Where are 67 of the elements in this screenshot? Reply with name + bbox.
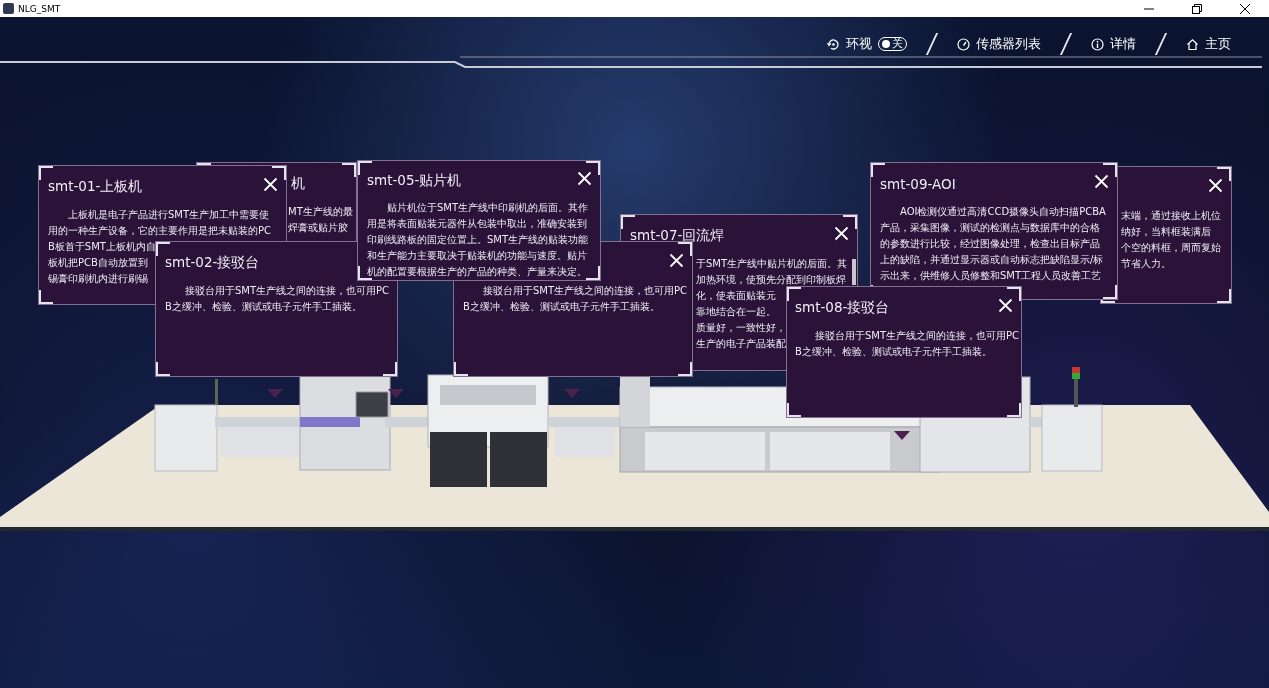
description-line: 接驳台用于SMT生产线之间的连接，也可用PC [184, 284, 390, 298]
close-button[interactable] [263, 176, 278, 192]
description-line: MT生产线的最 [288, 205, 353, 219]
description-line: 锡膏印刷机内进行刷锡 [48, 272, 148, 286]
home-icon [1186, 37, 1199, 51]
close-icon [1208, 177, 1223, 193]
description-line: 印刷线路板的固定位置上。SMT生产线的贴装功能 [367, 233, 589, 247]
restore-icon [1192, 3, 1202, 14]
nav-link[interactable]: 详情 [1091, 35, 1136, 53]
description-line: 产品，采集图像，测试的检测点与数据库中的合格 [880, 221, 1100, 235]
close-icon [263, 176, 278, 192]
description-line: B之缓冲、检验、测试或电子元件手工插装。 [795, 345, 992, 359]
dialog-title: smt-01-上板机 [48, 178, 143, 196]
description-line: 示出来，供维修人员修整和SMT工程人员改善工艺 [880, 269, 1102, 283]
dialog-title: smt-09-AOI [880, 176, 956, 192]
close-button[interactable] [1208, 177, 1223, 193]
description-line: 末端，通过接收上机位 [1121, 209, 1221, 223]
description-line: 的参数进行比较，经过图像处理，检查出目标产品 [880, 237, 1100, 251]
description-line: 板机把PCB自动放置到 [48, 256, 148, 270]
description-line: 机的配置要根据生产的产品的种类、产量来决定。 [367, 265, 587, 279]
description-line: 贴片机位于SMT生产线中印刷机的后面。其作 [386, 201, 589, 215]
close-icon [577, 170, 592, 186]
dialog-title: smt-07-回流焊 [630, 227, 725, 245]
info-icon [1091, 37, 1104, 51]
description-line: 个空的料框，周而复始 [1121, 241, 1221, 255]
description-line: B板首于SMT上板机内自 [48, 240, 156, 254]
close-icon [1240, 3, 1250, 14]
description-line: 用是将表面贴装元器件从包装中取出，准确安装到 [367, 217, 587, 231]
close-button[interactable] [998, 297, 1013, 313]
description-line: 上的缺陷，并通过显示器或自动标志把缺陷显示/标 [880, 253, 1104, 267]
dialog-title: 机 [291, 175, 305, 193]
description-line: 上板机是电子产品进行SMT生产加工中需要使 [67, 208, 270, 222]
description-line: 靠地结合在一起。 [696, 305, 776, 319]
scrollbar[interactable] [852, 259, 856, 285]
description-line: B之缓冲、检验、测试或电子元件手工插装。 [463, 300, 660, 314]
nav-label: 环视 [846, 35, 872, 53]
description-line: 质量好，一致性好， [696, 321, 786, 335]
description-line: 化，使表面贴装元 [696, 289, 776, 303]
gauge-icon [957, 37, 970, 51]
description-line: AOI检测仪通过高清CCD摄像头自动扫描PCBA [899, 205, 1106, 219]
description-line: 接驳台用于SMT生产线之间的连接，也可用PC [482, 284, 688, 298]
description-line: B之缓冲、检验、测试或电子元件手工插装。 [165, 300, 362, 314]
close-button[interactable] [577, 170, 592, 186]
close-button[interactable] [834, 225, 849, 241]
close-icon [998, 297, 1013, 313]
description-line: 于SMT生产线中贴片机的后面。其 [696, 257, 848, 271]
dialog-title: smt-02-接驳台 [165, 254, 260, 272]
description-line: 焊膏或贴片胶 [288, 221, 348, 235]
dialog-title: smt-05-贴片机 [367, 172, 462, 190]
nav-link[interactable]: 主页 [1186, 35, 1231, 53]
description-line: 和生产能力主要取决于贴装机的功能与速度。贴片 [367, 249, 587, 263]
close-icon [669, 252, 684, 268]
description-line: 生产的电子产品装配 [696, 337, 786, 351]
nav-link[interactable]: 传感器列表 [957, 35, 1041, 53]
description-line: 加热环境，使预先分配到印制板焊 [696, 273, 846, 287]
dialog-title: smt-08-接驳台 [795, 299, 890, 317]
close-icon [1094, 173, 1109, 189]
description-line: 纳好，当料框装满后 [1121, 225, 1211, 239]
close-button[interactable] [1094, 173, 1109, 189]
rotate-icon [827, 37, 840, 51]
window-title: NLG_SMT [18, 3, 62, 14]
close-button[interactable] [669, 252, 684, 268]
description-line: 接驳台用于SMT生产线之间的连接，也可用PC [814, 329, 1020, 343]
description-line: 用的一种生产设备，它的主要作用是把未贴装的PC [48, 224, 271, 238]
close-icon [834, 225, 849, 241]
app-icon [3, 3, 14, 14]
description-line: 节省人力。 [1121, 257, 1171, 271]
